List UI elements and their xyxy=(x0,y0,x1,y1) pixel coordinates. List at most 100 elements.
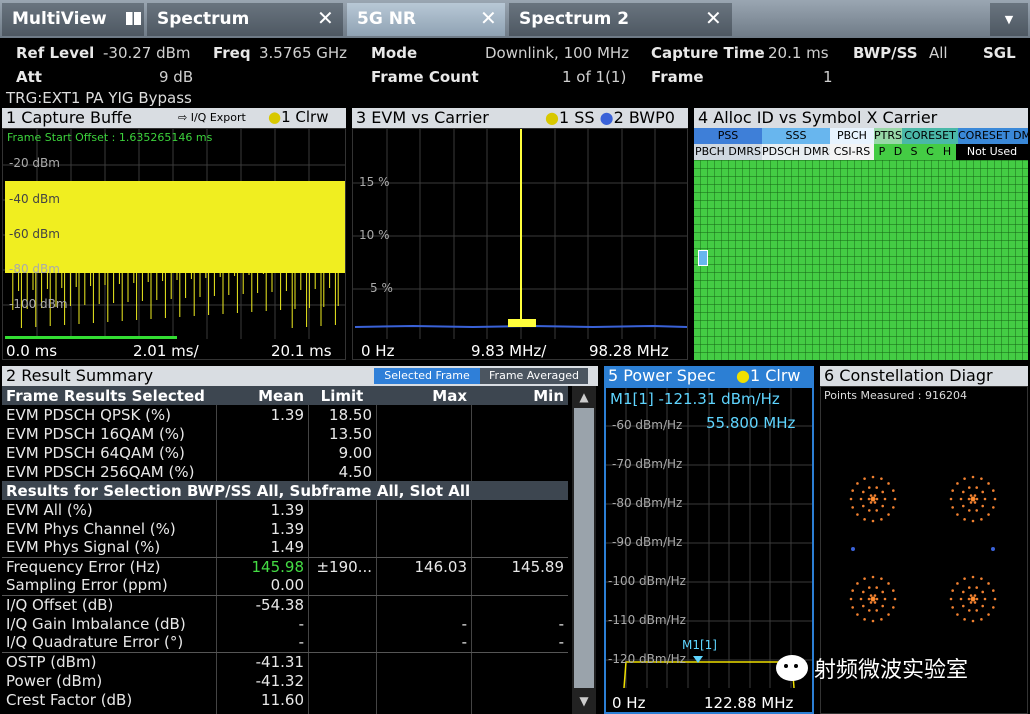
constellation-point xyxy=(970,596,976,602)
constellation-point xyxy=(983,497,987,501)
constellation-point xyxy=(973,494,977,497)
cell-value xyxy=(376,462,471,481)
legend-h: H xyxy=(938,144,956,160)
marker-frequency: 55.800 MHz xyxy=(706,414,796,432)
constellation-point xyxy=(880,577,883,580)
constellation-point xyxy=(871,575,875,579)
iq-export-button[interactable]: ⇨ I/Q Export xyxy=(178,111,246,124)
table-row: OSTP (dBm) -41.31 xyxy=(2,651,568,671)
cell-value xyxy=(471,651,568,671)
evm-vs-carrier-title-bar[interactable]: 3 EVM vs Carrier ●1 SS ●2 BWP0 xyxy=(352,108,688,128)
legend-csi-rs: CSI-RS xyxy=(830,144,874,160)
capture-time-value[interactable]: 20.1 ms xyxy=(768,44,829,62)
cell-value xyxy=(216,462,308,481)
tab-spectrum[interactable]: Spectrum ✕ xyxy=(147,3,343,36)
tab-frame-averaged[interactable]: Frame Averaged xyxy=(480,368,588,384)
table-row: Frequency Error (Hz) 145.98 ±190... 146.03 1… xyxy=(2,556,568,576)
constellation-point xyxy=(983,597,987,601)
trace-indicator[interactable]: ●1 Clrw xyxy=(736,366,801,385)
tab-5g-nr[interactable]: 5G NR ✕ xyxy=(347,3,505,36)
y-tick-label: -80 dBm xyxy=(9,262,60,276)
y-tick-label: -110 dBm/Hz xyxy=(608,613,686,627)
bwp-ss-value[interactable]: All xyxy=(929,44,948,62)
tab-spectrum-2[interactable]: Spectrum 2 ✕ xyxy=(509,3,732,36)
cell-value xyxy=(471,690,568,709)
constellation-point xyxy=(967,609,971,612)
column-header: Limit xyxy=(308,386,376,405)
constellation-point xyxy=(973,594,977,597)
scroll-down-icon[interactable]: ▼ xyxy=(572,694,596,708)
constellation-point xyxy=(956,613,959,616)
trace-label: 1 Clrw xyxy=(281,108,329,126)
cell-value: 11.60 xyxy=(261,690,304,709)
constellation-point xyxy=(875,509,879,512)
result-summary-title-bar[interactable]: 2 Result Summary Selected Frame Frame Av… xyxy=(2,366,598,386)
tab-selected-frame[interactable]: Selected Frame xyxy=(374,368,480,384)
trace-indicator[interactable]: ●1 Clrw xyxy=(268,108,328,126)
cell-value: - xyxy=(298,614,304,633)
constellation-point xyxy=(880,518,883,521)
cell-value: - xyxy=(461,633,467,652)
bwp-ss-label: BWP/SS xyxy=(853,44,918,62)
cell-value xyxy=(308,671,376,690)
constellation-point xyxy=(856,582,859,585)
cell-value: 0.00 xyxy=(270,576,304,595)
table-row: EVM Phys Channel (%) 1.39 xyxy=(2,519,568,538)
frame-count-value[interactable]: 1 of 1(1) xyxy=(562,68,626,86)
alloc-id-title-bar[interactable]: 4 Alloc ID vs Symbol X Carrier xyxy=(694,108,1028,128)
legend-pbch: PBCH xyxy=(830,128,874,144)
table-row: EVM All (%) 1.39 xyxy=(2,500,568,519)
constellation-point xyxy=(969,594,973,597)
scrollbar[interactable]: ▲ ▼ xyxy=(572,386,596,714)
att-value[interactable]: 9 dB xyxy=(159,68,193,86)
cell-value xyxy=(376,576,471,595)
y-tick-label: 15 % xyxy=(359,175,390,189)
power-spectrum-title-bar[interactable]: 5 Power Spec ●1 Clrw xyxy=(604,366,814,386)
x-div-label: 9.83 MHz/ xyxy=(471,342,547,360)
constellation-point xyxy=(867,609,871,612)
ref-level-value[interactable]: -30.27 dBm xyxy=(103,44,191,62)
close-icon[interactable]: ✕ xyxy=(705,6,722,30)
cell-value: -54.38 xyxy=(216,594,308,614)
mode-value[interactable]: Downlink, 100 MHz xyxy=(485,44,629,62)
evm-vs-carrier-plot[interactable]: 15 % 10 % 5 % 0 Hz 9.83 MHz/ 98.28 MHz xyxy=(352,128,688,360)
cell-value xyxy=(471,671,568,690)
cell-value: -41.31 xyxy=(216,651,308,671)
row-label: Crest Factor (dB) xyxy=(6,690,133,709)
scrollbar-thumb[interactable] xyxy=(574,408,594,688)
tab-label: Spectrum xyxy=(157,9,250,29)
capture-buffer-title-bar[interactable]: 1 Capture Buffe ⇨ I/Q Export ●1 Clrw xyxy=(2,108,346,128)
freq-value[interactable]: 3.5765 GHz xyxy=(259,44,347,62)
cell-value xyxy=(471,424,568,443)
panel-title: 5 Power Spec xyxy=(608,366,716,385)
capture-buffer-plot[interactable]: Frame Start Offset : 1.635265146 ms -20 … xyxy=(2,128,346,360)
trace-dot-icon: ● xyxy=(599,108,614,127)
row-label: Power (dBm) xyxy=(6,671,103,690)
constellation-title-bar[interactable]: 6 Constellation Diagr xyxy=(820,366,1028,386)
constellation-point xyxy=(963,577,966,580)
trace-label: 2 BWP0 xyxy=(613,108,675,127)
cell-value xyxy=(471,576,568,595)
panel-title: 3 EVM vs Carrier xyxy=(356,108,489,127)
cell-value xyxy=(308,576,376,595)
table-row: EVM PDSCH 64QAM (%) 9.00 xyxy=(2,443,568,462)
row-label: EVM PDSCH QPSK (%) xyxy=(6,405,172,424)
frame-marker-bar xyxy=(5,336,177,339)
close-icon[interactable]: ✕ xyxy=(317,6,334,30)
frame-value[interactable]: 1 xyxy=(823,68,833,86)
constellation-point xyxy=(870,596,876,602)
tab-multiview[interactable]: MultiView xyxy=(2,3,144,36)
cell-value xyxy=(376,424,471,443)
tab-menu-chevron-down-icon[interactable]: ▼ xyxy=(990,3,1028,36)
scroll-up-icon[interactable]: ▲ xyxy=(572,390,596,404)
row-label: EVM PDSCH 64QAM (%) xyxy=(6,443,185,462)
sweep-mode-sgl[interactable]: SGL xyxy=(983,44,1016,62)
constellation-point xyxy=(867,586,871,589)
trace-indicator[interactable]: ●1 SS ●2 BWP0 xyxy=(545,108,675,127)
cell-value: - xyxy=(461,614,467,633)
alloc-id-plot[interactable]: PSS SSS PBCH PTRS CORESET CORESET DMRS P… xyxy=(694,128,1028,360)
constellation-point xyxy=(949,497,953,501)
constellation-point xyxy=(959,497,963,501)
x-end-label: 20.1 ms xyxy=(271,342,332,360)
close-icon[interactable]: ✕ xyxy=(480,6,497,30)
